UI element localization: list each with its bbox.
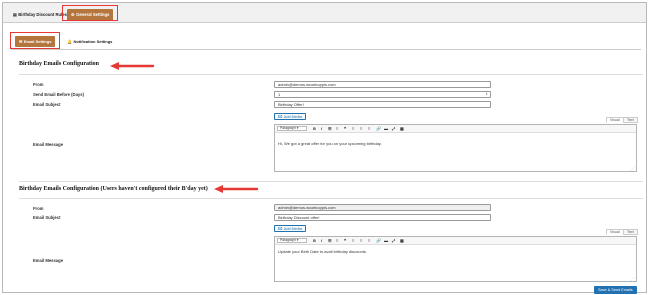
highlight-box: [10, 32, 60, 49]
paragraph-select[interactable]: Paragraph ▾: [277, 126, 307, 131]
stepper-icon[interactable]: ⇕: [485, 92, 488, 97]
fullscreen-icon[interactable]: ⤢: [392, 126, 395, 131]
read-more-icon[interactable]: ▬: [384, 238, 388, 243]
numbered-list-icon[interactable]: ≡: [336, 238, 338, 243]
resize-handle-icon[interactable]: ⋰: [631, 166, 635, 171]
email-message-label: Email Message: [33, 142, 64, 147]
tab-notification-settings[interactable]: 🔔 Notification Settings: [63, 36, 116, 47]
text-tab[interactable]: Text: [623, 117, 638, 123]
bullet-list-icon[interactable]: ☰: [328, 126, 332, 131]
bullet-list-icon[interactable]: ☰: [328, 238, 332, 243]
email-subject-field[interactable]: Birthday Offer!: [274, 101, 491, 108]
send-before-field[interactable]: 1 ⇕: [274, 91, 491, 98]
red-arrow-icon: [110, 62, 155, 70]
email-message-editor[interactable]: Paragraph ▾ B I ☰ ≡ ❝ ≡ ≡ ≡ 🔗 ▬ ⤢ ▦ Hi, …: [274, 124, 637, 172]
save-send-emails-button[interactable]: Save & Send Emails: [594, 286, 637, 294]
link-icon[interactable]: 🔗: [376, 238, 381, 243]
email-message-editor[interactable]: Paragraph ▾ B I ☰ ≡ ❝ ≡ ≡ ≡ 🔗 ▬ ⤢ ▦ Upda…: [274, 236, 637, 282]
italic-icon[interactable]: I: [321, 126, 322, 131]
align-left-icon[interactable]: ≡: [352, 238, 354, 243]
align-left-icon[interactable]: ≡: [352, 126, 354, 131]
section-title: Birthday Emails Configuration: [19, 61, 100, 67]
align-center-icon[interactable]: ≡: [360, 238, 362, 243]
from-label: From: [33, 82, 44, 87]
read-more-icon[interactable]: ▬: [384, 126, 388, 131]
divider: [19, 74, 643, 75]
send-before-label: Send Email Before (Days): [33, 92, 84, 97]
tab-label: Notification Settings: [73, 39, 113, 44]
email-message-text: Update your Birth Date to avail birthday…: [278, 249, 367, 254]
red-arrow-icon: [214, 185, 259, 193]
text-tab[interactable]: Text: [623, 229, 638, 235]
bell-icon: 🔔: [67, 39, 72, 44]
editor-toolbar: Paragraph ▾ B I ☰ ≡ ❝ ≡ ≡ ≡ 🔗 ▬ ⤢ ▦: [275, 237, 636, 245]
numbered-list-icon[interactable]: ≡: [336, 126, 338, 131]
email-message-label: Email Message: [33, 258, 64, 263]
section-title: Birthday Emails Configuration (Users hav…: [19, 186, 208, 192]
settings-page: ▤ Birthday Discount Rules ⚙ General Settin…: [2, 2, 647, 294]
email-subject-label: Email Subject: [33, 102, 61, 107]
email-subject-field[interactable]: Birthday Discount offer!: [274, 214, 491, 221]
link-icon[interactable]: 🔗: [376, 126, 381, 131]
email-subject-label: Email Subject: [33, 215, 61, 220]
add-media-label: Add Media: [283, 115, 303, 119]
fullscreen-icon[interactable]: ⤢: [392, 238, 395, 243]
toolbar-toggle-icon[interactable]: ▦: [400, 126, 404, 131]
resize-handle-icon[interactable]: ⋰: [631, 276, 635, 281]
media-icon: 🖾: [278, 114, 283, 119]
email-message-text: Hi, We got a great offer for you on your…: [278, 141, 382, 146]
divider: [11, 49, 641, 50]
paragraph-value: Paragraph: [280, 238, 296, 242]
blockquote-icon[interactable]: ❝: [344, 238, 346, 243]
visual-tab[interactable]: Visual: [606, 117, 624, 123]
bold-icon[interactable]: B: [313, 238, 316, 243]
divider: [19, 181, 643, 182]
list-icon: ▤: [13, 12, 17, 17]
media-icon: 🖾: [278, 226, 283, 231]
add-media-label: Add Media: [283, 227, 303, 231]
italic-icon[interactable]: I: [321, 238, 322, 243]
align-center-icon[interactable]: ≡: [360, 126, 362, 131]
tab-label: Birthday Discount Rules: [18, 12, 67, 17]
bold-icon[interactable]: B: [313, 126, 316, 131]
align-right-icon[interactable]: ≡: [368, 126, 370, 131]
divider: [19, 198, 643, 199]
highlight-box: [62, 5, 118, 21]
add-media-button[interactable]: 🖾 Add Media: [274, 225, 307, 232]
editor-toolbar: Paragraph ▾ B I ☰ ≡ ❝ ≡ ≡ ≡ 🔗 ▬ ⤢ ▦: [275, 125, 636, 133]
from-field[interactable]: admin@demos.wcoekoppis.com: [274, 81, 491, 88]
add-media-button[interactable]: 🖾 Add Media: [274, 113, 307, 120]
from-label: From: [33, 206, 44, 211]
paragraph-value: Paragraph: [280, 126, 296, 130]
align-right-icon[interactable]: ≡: [368, 238, 370, 243]
send-before-value: 1: [278, 92, 281, 97]
from-field[interactable]: admin@demos.wcoekoppis.com: [274, 204, 491, 211]
toolbar-toggle-icon[interactable]: ▦: [400, 238, 404, 243]
visual-tab[interactable]: Visual: [606, 229, 624, 235]
paragraph-select[interactable]: Paragraph ▾: [277, 238, 307, 243]
blockquote-icon[interactable]: ❝: [344, 126, 346, 131]
